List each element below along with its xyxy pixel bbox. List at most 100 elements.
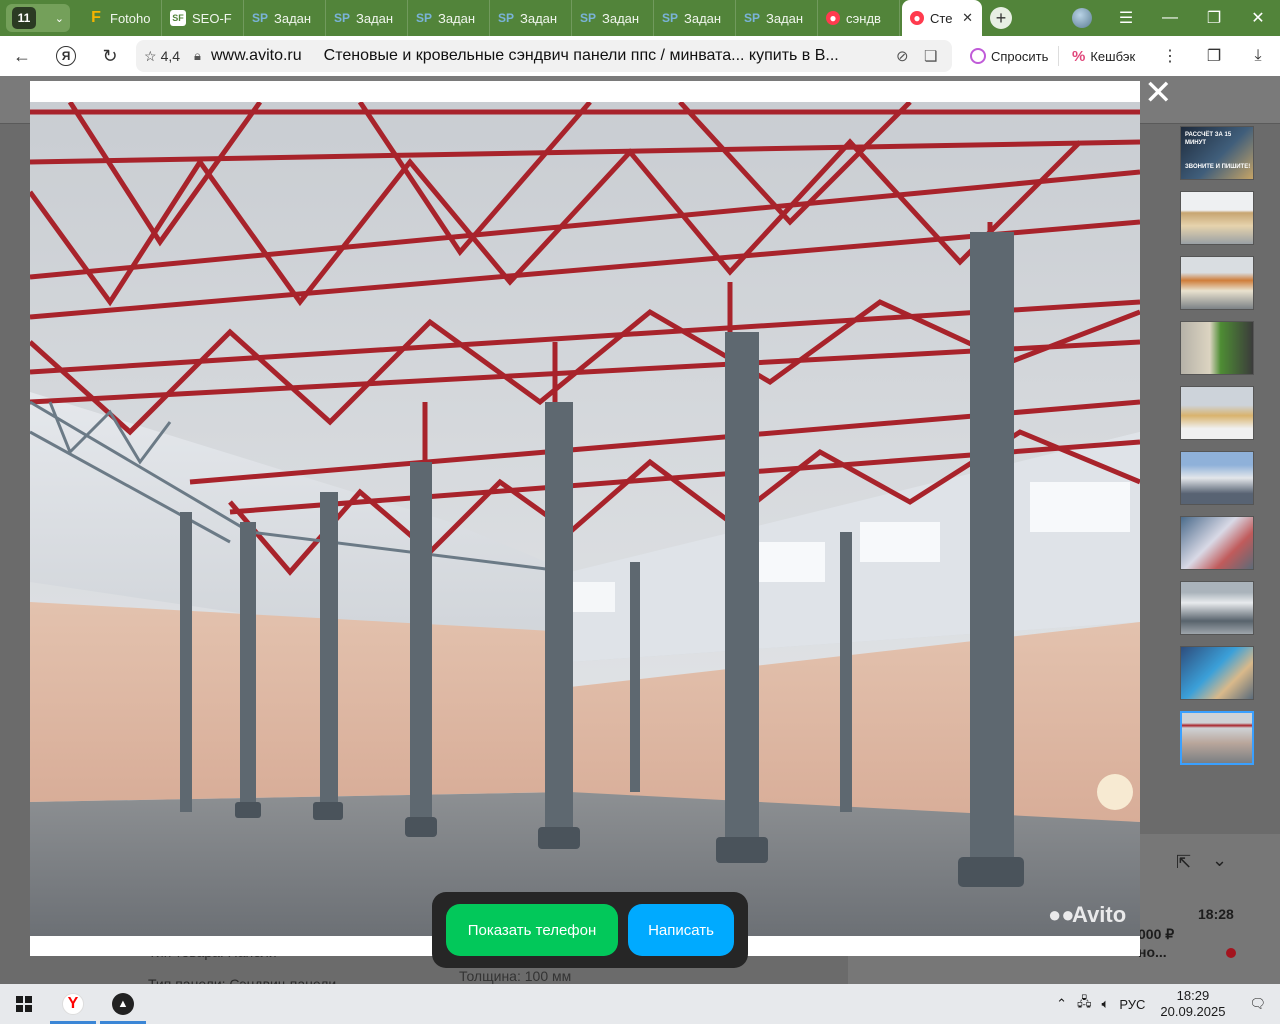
clock-date: 20.09.2025 xyxy=(1160,1004,1226,1019)
tab-task-1[interactable]: SP Задан xyxy=(244,0,326,36)
language-indicator[interactable]: РУС xyxy=(1114,997,1150,1012)
message-preview: но... xyxy=(1138,944,1167,960)
bookmark-icon[interactable]: ❏ xyxy=(924,47,937,65)
tab-title: Сте xyxy=(930,10,953,26)
restore-button[interactable]: ❐ xyxy=(1192,0,1236,36)
site-rating[interactable]: ☆ 4,4 xyxy=(144,48,180,65)
start-button[interactable] xyxy=(0,984,48,1024)
fotohost-f-icon: F xyxy=(91,9,101,26)
new-tab-button[interactable]: + xyxy=(990,7,1012,29)
param-panel-type: Тип панели: Сэндвич-панели xyxy=(148,976,337,984)
avito-icon: ● xyxy=(826,11,840,25)
unread-dot xyxy=(1226,948,1236,958)
thumbnail-9[interactable] xyxy=(1180,646,1254,700)
close-window-button[interactable]: ✕ xyxy=(1236,0,1280,36)
chevron-down-icon: ⌄ xyxy=(54,12,64,25)
photo-viewer: ●● Avito xyxy=(30,81,1140,956)
system-tray: ⌃ 🖧︎ 🔈︎ РУС 18:29 20.09.2025 🗨︎ xyxy=(1051,984,1280,1024)
profile-button[interactable] xyxy=(1060,0,1104,36)
cashback-label: Кешбэк xyxy=(1090,48,1136,64)
thumbnail-7[interactable] xyxy=(1180,516,1254,570)
tab-active-walls[interactable]: ● Сте ✕ xyxy=(902,0,982,36)
tab-counter-button[interactable]: 11 ⌄ xyxy=(6,4,70,32)
windows-taskbar: Y ▲ ⌃ 🖧︎ 🔈︎ РУС 18:29 20.09.2025 🗨︎ xyxy=(0,984,1280,1024)
cashback-button[interactable]: % Кешбэк xyxy=(1066,42,1141,70)
minimize-button[interactable]: — xyxy=(1148,0,1192,36)
taskbar-app-2[interactable]: ▲ xyxy=(98,984,148,1024)
yandex-home-button[interactable]: Я xyxy=(44,36,88,76)
tab-title: сэндв xyxy=(846,10,881,26)
volume-icon[interactable]: 🔈︎ xyxy=(1097,996,1115,1012)
thumbnail-2[interactable] xyxy=(1180,191,1254,245)
close-viewer-button[interactable]: ✕ xyxy=(1144,76,1173,110)
star-icon: ☆ xyxy=(144,47,157,64)
ask-label: Спросить xyxy=(991,48,1049,64)
tab-title: Задан xyxy=(684,10,722,26)
thumbnail-6[interactable] xyxy=(1180,451,1254,505)
tab-title: Задан xyxy=(766,10,804,26)
divider xyxy=(1058,46,1059,66)
chevron-down-icon[interactable]: ⌄ xyxy=(1212,850,1227,871)
no-tracking-icon[interactable]: ⊘ xyxy=(896,47,909,65)
thumbnail-3[interactable] xyxy=(1180,256,1254,310)
clock[interactable]: 18:29 20.09.2025 xyxy=(1150,988,1235,1020)
reload-button[interactable]: ↻ xyxy=(88,36,132,76)
downloads-icon[interactable]: ⤓ xyxy=(1236,36,1280,76)
tray-expand-icon[interactable]: ⌃ xyxy=(1051,996,1072,1012)
browser-tab-strip: 11 ⌄ F Fotoho SF SEO-F SP Задан SP Задан SP З… xyxy=(0,0,1280,36)
tab-sandwich[interactable]: ● сэндв xyxy=(818,0,900,36)
notifications-icon[interactable]: 🗨︎ xyxy=(1235,996,1280,1012)
sp-icon: SP xyxy=(580,11,597,25)
tab-fotohost[interactable]: F Fotoho xyxy=(80,0,162,36)
tab-task-7[interactable]: SP Задан xyxy=(736,0,818,36)
alice-icon xyxy=(970,48,986,64)
avito-watermark: ●● xyxy=(1048,902,1075,927)
sp-icon: SP xyxy=(662,11,679,25)
thumbnail-8[interactable] xyxy=(1180,581,1254,635)
tab-task-5[interactable]: SP Задан xyxy=(572,0,654,36)
param-thickness: Толщина: 100 мм xyxy=(459,968,571,984)
tab-task-4[interactable]: SP Задан xyxy=(490,0,572,36)
ask-alice-button[interactable]: Спросить xyxy=(964,42,1054,70)
thumbnail-4[interactable] xyxy=(1180,321,1254,375)
tab-title: Задан xyxy=(602,10,640,26)
url-field[interactable]: ☆ 4,4 🔒︎ www.avito.ru Стеновые и кровельн… xyxy=(136,40,952,72)
address-bar-actions: ⋮ ❐ ⤓ xyxy=(1148,36,1280,76)
thumbnail-1[interactable]: РАССЧЁТ ЗА 15 МИНУТ ЗВОНИТЕ И ПИШИТЕ! xyxy=(1180,126,1254,180)
more-options-icon[interactable]: ⋮ xyxy=(1148,36,1192,76)
tab-title: SEO-F xyxy=(192,10,232,26)
address-bar-row: ← Я ↻ ☆ 4,4 🔒︎ www.avito.ru Стеновые и кр… xyxy=(0,36,1280,76)
tab-task-6[interactable]: SP Задан xyxy=(654,0,736,36)
tab-task-2[interactable]: SP Задан xyxy=(326,0,408,36)
thumb-promo-line-1: РАССЧЁТ ЗА 15 МИНУТ xyxy=(1185,132,1232,146)
tab-title: Задан xyxy=(438,10,476,26)
yandex-browser-icon: Y xyxy=(62,993,84,1015)
main-photo[interactable]: ●● Avito xyxy=(30,102,1140,936)
clock-time: 18:29 xyxy=(1176,988,1210,1003)
tab-task-3[interactable]: SP Задан xyxy=(408,0,490,36)
back-button[interactable]: ← xyxy=(0,36,44,76)
url-page-title: Стеновые и кровельные сэндвич панели ппс… xyxy=(323,47,839,64)
thumb-promo-line-2: ЗВОНИТЕ И ПИШИТЕ! xyxy=(1185,164,1251,170)
sp-icon: SP xyxy=(334,11,351,25)
share-icon[interactable]: ⇱ xyxy=(1176,852,1191,873)
taskbar-yandex-browser[interactable]: Y xyxy=(48,984,98,1024)
message-time: 18:28 xyxy=(1198,906,1234,922)
close-tab-icon[interactable]: ✕ xyxy=(962,10,973,26)
warehouse-photo: ●● Avito xyxy=(30,102,1140,936)
menu-icon[interactable]: ☰ xyxy=(1104,0,1148,36)
seo-sf-icon: SF xyxy=(170,10,186,26)
tab-seo[interactable]: SF SEO-F xyxy=(162,0,244,36)
write-message-button[interactable]: Написать xyxy=(628,904,734,956)
contact-action-bar: Показать телефон Написать xyxy=(432,892,748,968)
url-domain: www.avito.ru xyxy=(210,47,302,64)
thumbnail-5[interactable] xyxy=(1180,386,1254,440)
network-icon[interactable]: 🖧︎ xyxy=(1072,993,1097,1015)
lock-icon[interactable]: 🔒︎ xyxy=(194,48,201,64)
thickness-label: Толщина: xyxy=(459,968,521,984)
show-phone-button[interactable]: Показать телефон xyxy=(446,904,618,956)
message-price: 000 ₽ xyxy=(1138,926,1175,942)
collections-icon[interactable]: ❐ xyxy=(1192,36,1236,76)
thumbnail-10[interactable] xyxy=(1180,711,1254,765)
sp-icon: SP xyxy=(416,11,433,25)
